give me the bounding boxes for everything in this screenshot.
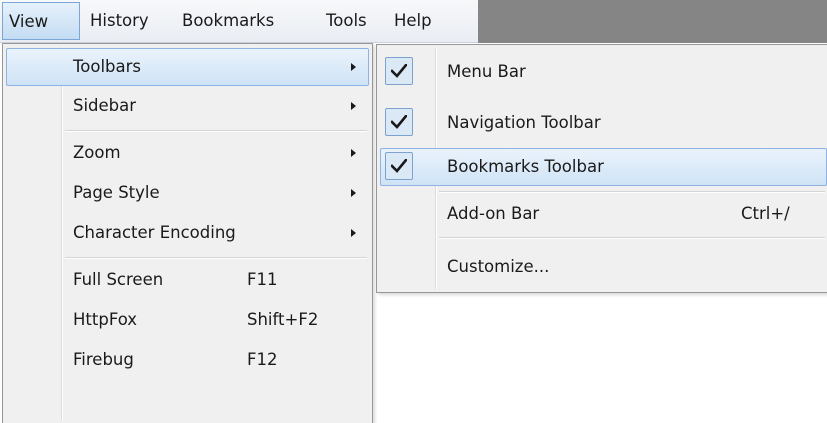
menu-history[interactable]: History [84, 2, 172, 40]
menu-item-label: Add-on Bar [447, 204, 540, 223]
menu-item-customize[interactable]: Customize... [380, 248, 827, 286]
app-window: View History Bookmarks Tools Help Toolba… [0, 0, 827, 423]
submenu-arrow-icon [351, 63, 356, 71]
menu-item-shortcut: F12 [247, 350, 278, 369]
menu-item-label: Page Style [73, 183, 160, 202]
menu-item-label: Firebug [73, 350, 134, 369]
menu-bookmarks[interactable]: Bookmarks [176, 2, 318, 40]
menu-item-menu-bar[interactable]: Menu Bar [380, 53, 827, 91]
menu-item-httpfox[interactable]: HttpFox Shift+F2 [6, 301, 369, 339]
menu-item-label: Customize... [447, 257, 550, 276]
menu-item-navigation-toolbar[interactable]: Navigation Toolbar [380, 104, 827, 142]
submenu-arrow-icon [351, 229, 356, 237]
menu-item-zoom[interactable]: Zoom [6, 134, 369, 172]
view-menu: Toolbars Sidebar Zoom Page Style Charact… [2, 43, 373, 423]
menu-tools-label: Tools [326, 11, 367, 30]
menu-item-label: Bookmarks Toolbar [447, 157, 604, 176]
menu-item-add-on-bar[interactable]: Add-on Bar Ctrl+/ [380, 195, 827, 233]
check-icon [385, 152, 413, 180]
menu-bar: View History Bookmarks Tools Help [0, 0, 827, 43]
menu-help-label: Help [394, 11, 432, 30]
menu-item-label: Zoom [73, 143, 121, 162]
menu-separator [439, 191, 825, 193]
menu-tools[interactable]: Tools [320, 2, 386, 40]
check-icon [385, 108, 413, 136]
menu-item-shortcut: Ctrl+/ [741, 204, 790, 223]
menu-view[interactable]: View [2, 2, 80, 40]
menu-item-label: Full Screen [73, 270, 164, 289]
menu-item-label: HttpFox [73, 310, 138, 329]
menu-help[interactable]: Help [388, 2, 452, 40]
menu-separator [439, 237, 825, 239]
menu-separator [65, 257, 367, 259]
menu-item-label: Sidebar [73, 96, 137, 115]
menu-item-sidebar[interactable]: Sidebar [6, 87, 369, 125]
menu-item-label: Menu Bar [447, 62, 526, 81]
menu-bookmarks-label: Bookmarks [182, 11, 275, 30]
menu-item-shortcut: F11 [247, 270, 278, 289]
menu-item-label: Character Encoding [73, 223, 236, 242]
menu-item-full-screen[interactable]: Full Screen F11 [6, 261, 369, 299]
menu-item-character-encoding[interactable]: Character Encoding [6, 214, 369, 252]
menu-bar-background [478, 0, 827, 43]
submenu-arrow-icon [351, 102, 356, 110]
menu-history-label: History [90, 11, 149, 30]
submenu-arrow-icon [351, 149, 356, 157]
menu-item-label: Navigation Toolbar [447, 113, 601, 132]
menu-item-page-style[interactable]: Page Style [6, 174, 369, 212]
menu-item-bookmarks-toolbar[interactable]: Bookmarks Toolbar [380, 148, 827, 186]
menu-view-label: View [9, 12, 49, 31]
check-icon [385, 57, 413, 85]
menu-item-firebug[interactable]: Firebug F12 [6, 341, 369, 379]
submenu-arrow-icon [351, 189, 356, 197]
menu-separator [65, 130, 367, 132]
menu-item-toolbars[interactable]: Toolbars [6, 48, 369, 86]
menu-item-shortcut: Shift+F2 [247, 310, 319, 329]
menu-item-label: Toolbars [73, 57, 142, 76]
toolbars-submenu: Menu Bar Navigation Toolbar Bookmarks To… [376, 44, 827, 293]
